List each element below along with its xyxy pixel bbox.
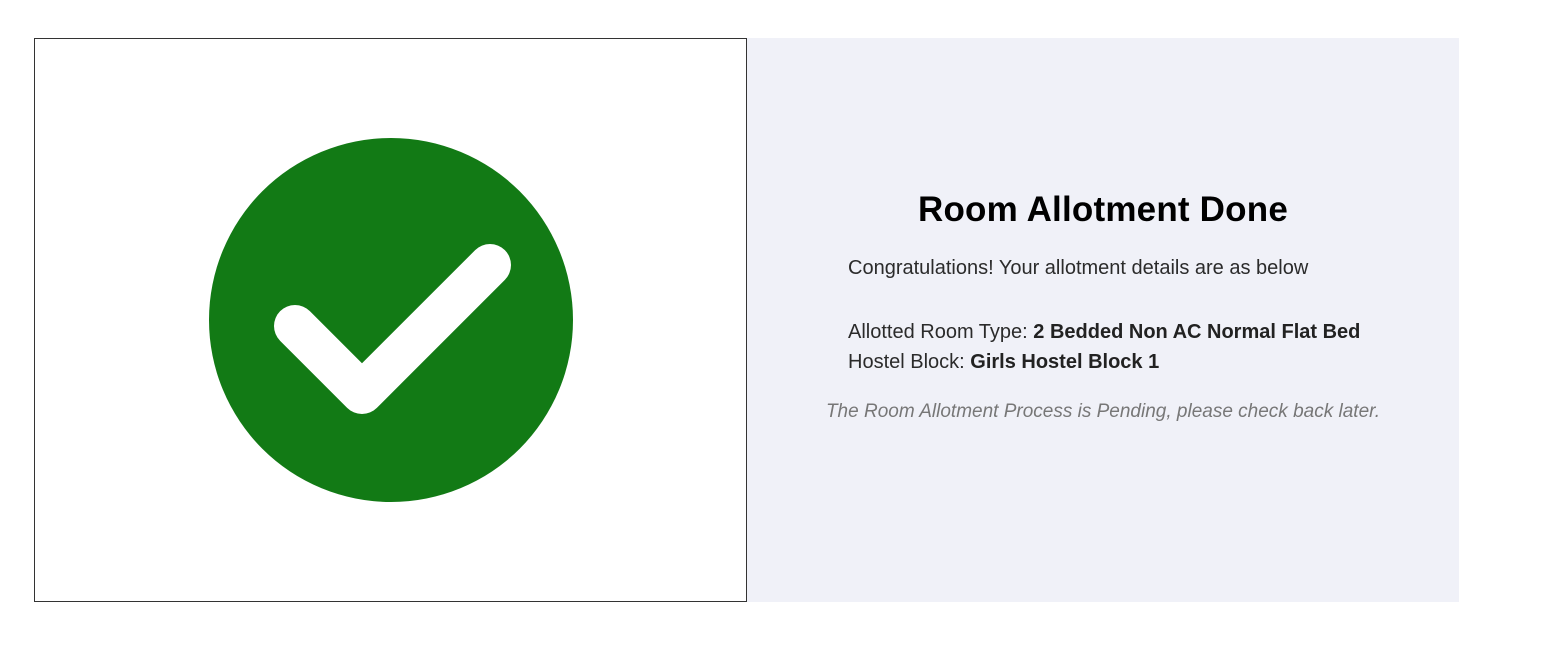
- hostel-block-label: Hostel Block:: [848, 351, 971, 373]
- page: Room Allotment Done Congratulations! You…: [0, 0, 1552, 669]
- page-title: Room Allotment Done: [918, 190, 1288, 229]
- allotment-card: Room Allotment Done Congratulations! You…: [34, 38, 1459, 602]
- congrats-message: Congratulations! Your allotment details …: [848, 257, 1309, 279]
- allotment-info: Allotted Room Type: 2 Bedded Non AC Norm…: [848, 317, 1360, 377]
- check-circle-background: [208, 138, 573, 502]
- room-type-line: Allotted Room Type: 2 Bedded Non AC Norm…: [848, 317, 1360, 347]
- room-type-value: 2 Bedded Non AC Normal Flat Bed: [1033, 321, 1361, 343]
- allotment-details-panel: Room Allotment Done Congratulations! You…: [747, 38, 1459, 602]
- check-circle-icon: [208, 138, 573, 502]
- success-image-panel: [34, 38, 747, 602]
- hostel-block-value: Girls Hostel Block 1: [970, 351, 1160, 373]
- pending-note: The Room Allotment Process is Pending, p…: [825, 401, 1381, 422]
- hostel-block-line: Hostel Block: Girls Hostel Block 1: [848, 347, 1360, 377]
- room-type-label: Allotted Room Type:: [848, 321, 1034, 343]
